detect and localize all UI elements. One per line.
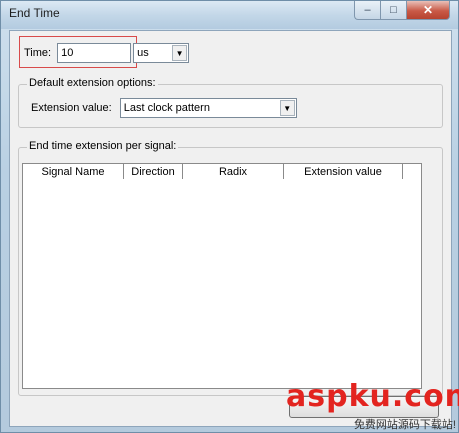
maximize-button[interactable]: □ [380,1,406,20]
time-unit-select[interactable]: us ▼ [133,43,190,63]
extension-value-select[interactable]: Last clock pattern ▼ [119,98,297,118]
maximize-icon: □ [390,4,397,16]
time-row: Time: 10 us ▼ [24,43,190,63]
close-icon: ✕ [422,3,434,17]
column-header-filler [403,164,421,179]
default-extension-title: Default extension options: [27,77,158,89]
watermark-main: aspku.com [286,379,459,414]
end-time-dialog: End Time – □ ✕ Time: 10 us ▼ Default ext… [0,0,459,433]
dialog-body: Time: 10 us ▼ Default extension options:… [9,30,452,427]
window-title: End Time [9,6,60,20]
time-label: Time: [24,47,52,59]
minimize-icon: – [364,4,371,16]
chevron-down-icon[interactable]: ▼ [172,45,188,61]
column-header-radix[interactable]: Radix [183,164,284,179]
watermark-sub: 免费网站源码下载站! [353,419,456,431]
title-bar[interactable]: End Time – □ ✕ [1,1,458,29]
default-extension-group: Default extension options: Extension val… [18,77,443,128]
extension-value-selected: Last clock pattern [123,102,210,114]
minimize-button[interactable]: – [354,1,380,20]
watermark-logo: aspku.com 免费网站源码下载站! [286,378,459,432]
extension-value-label: Extension value: [31,102,112,114]
signal-list[interactable]: Signal Name Direction Radix Extension va… [22,163,422,389]
column-header-signal-name[interactable]: Signal Name [23,164,124,179]
column-header-direction[interactable]: Direction [124,164,183,179]
time-unit-value: us [137,47,149,59]
time-input[interactable]: 10 [57,43,132,63]
chevron-down-icon[interactable]: ▼ [279,100,295,116]
caption-buttons: – □ ✕ [354,1,450,20]
extension-value-row: Extension value: Last clock pattern ▼ [31,98,297,118]
signal-list-header: Signal Name Direction Radix Extension va… [23,164,421,179]
per-signal-title: End time extension per signal: [27,140,179,152]
close-button[interactable]: ✕ [406,1,450,20]
column-header-extension-value[interactable]: Extension value [284,164,403,179]
